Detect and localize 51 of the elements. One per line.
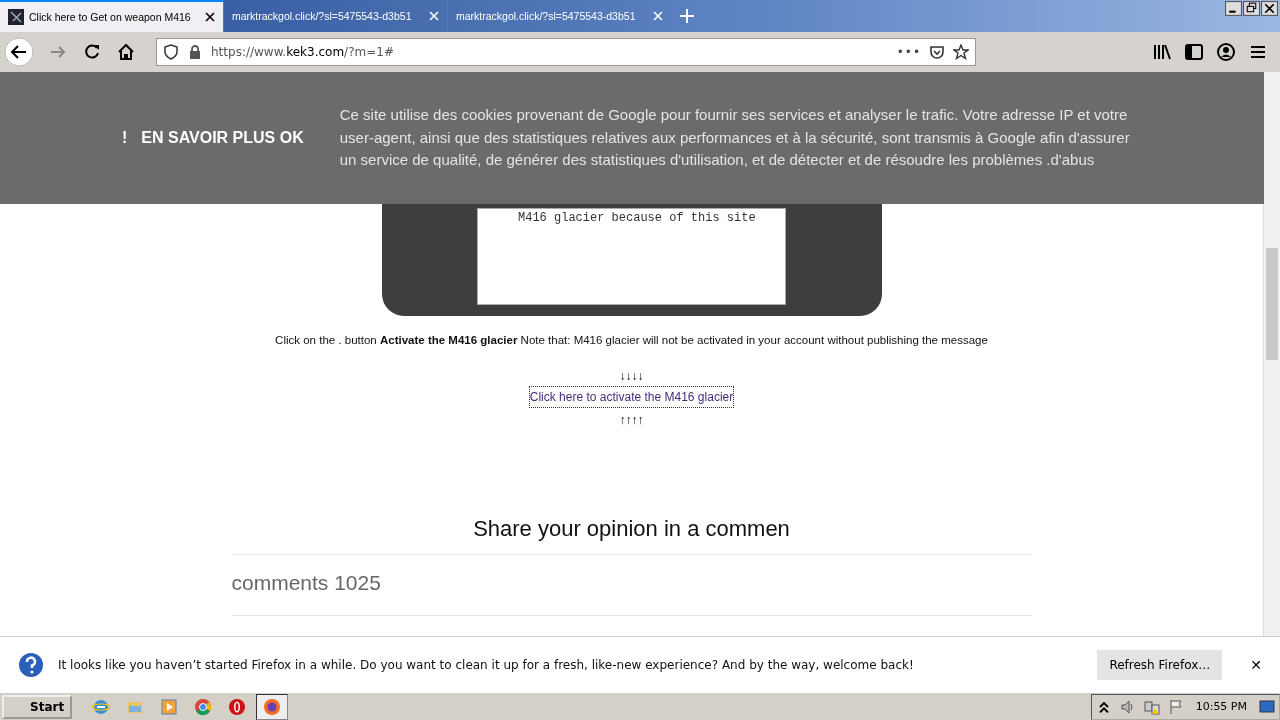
comments-heading: Share your opinion in a commen [473,516,790,542]
chrome-icon [194,697,213,716]
scroll-thumb[interactable] [1266,248,1278,360]
browser-e-icon [92,697,111,716]
minimize-icon[interactable] [1225,1,1242,16]
flag-icon[interactable] [1167,698,1184,715]
instruction-text: Click on the . button Activate the M416 glacier Note that: M416 glacier will not be activated in your account without publishing the message [275,334,988,346]
clock-text: 10:55 PM [1195,700,1247,713]
notification-text: It looks like you haven’t started Firefox in a while. Do you want to clean it up for a fresh, like-new experience? And by the way, welcome back! [58,657,915,672]
accept-button[interactable]: EN SAVOIR PLUS OK [141,129,304,147]
close-button[interactable]: ✕ [1250,656,1262,673]
play-icon [160,697,179,716]
more-actions-button[interactable]: ••• [896,45,921,59]
desktop-icon[interactable] [1259,698,1275,715]
up-arrows: ↑↑↑↑ [619,412,644,428]
library-icon[interactable] [1152,42,1172,62]
activate-link[interactable]: Click here to activate the M416 glacier [528,386,735,408]
tab-title: marktrackgol.click/?sl=5475543-d3b51 [232,10,413,22]
restore-icon[interactable] [1243,1,1260,16]
close-icon[interactable] [1261,1,1278,16]
message-field[interactable]: M416 glacier because of this site [477,208,786,305]
star-icon[interactable] [953,44,969,60]
firefox-icon [263,697,282,716]
refresh-button[interactable]: Refresh Firefox… [1097,649,1223,680]
comments-count: comments 1025 [231,571,382,595]
browser-tab[interactable]: Click here to Get on weapon M416 [0,0,224,32]
speaker-icon[interactable] [1119,698,1136,715]
field-value: M416 glacier because of this site [518,211,756,225]
sidebar-icon[interactable] [1184,42,1204,62]
cookie-text: Ce site utilise des cookies provenant de Google pour fournir ses services et analyser le trafic. Votre adresse IP et votre user-agent, ainsi que des statistiques relatives aux performances et à la sécurité, sont transmis à Google afin d'assurer un service de qualité, de générer des statistiques d'utilisation, et de détecter et de résoudre les problèmes .d'abus [339,105,1131,171]
home-icon[interactable] [116,42,136,62]
question-icon [18,651,44,678]
tab-title: Click here to Get on weapon M416 [29,11,192,23]
down-arrows: ↓↓↓↓ [619,368,644,384]
tab-title: marktrackgol.click/?sl=5475543-d3b51 [456,10,637,22]
scrollbar[interactable] [1263,72,1280,636]
close-icon[interactable] [205,12,215,22]
shield-icon[interactable] [163,44,179,60]
pocket-icon[interactable] [929,44,945,60]
taskbar-button[interactable] [256,693,289,720]
notice-mark: ! [122,129,128,147]
network-icon[interactable] [1143,698,1160,715]
start-button[interactable]: Start [2,694,73,719]
reload-icon[interactable] [82,42,102,62]
favicon-icon [8,9,24,25]
opera-icon [228,697,247,716]
url-text: https://www.kek3.com/?m=1# [211,45,395,59]
address-bar[interactable]: https://www.kek3.com/?m=1# ••• [156,38,976,66]
new-tab-icon[interactable] [680,9,694,23]
account-icon[interactable] [1216,42,1236,62]
lock-icon [187,44,203,60]
